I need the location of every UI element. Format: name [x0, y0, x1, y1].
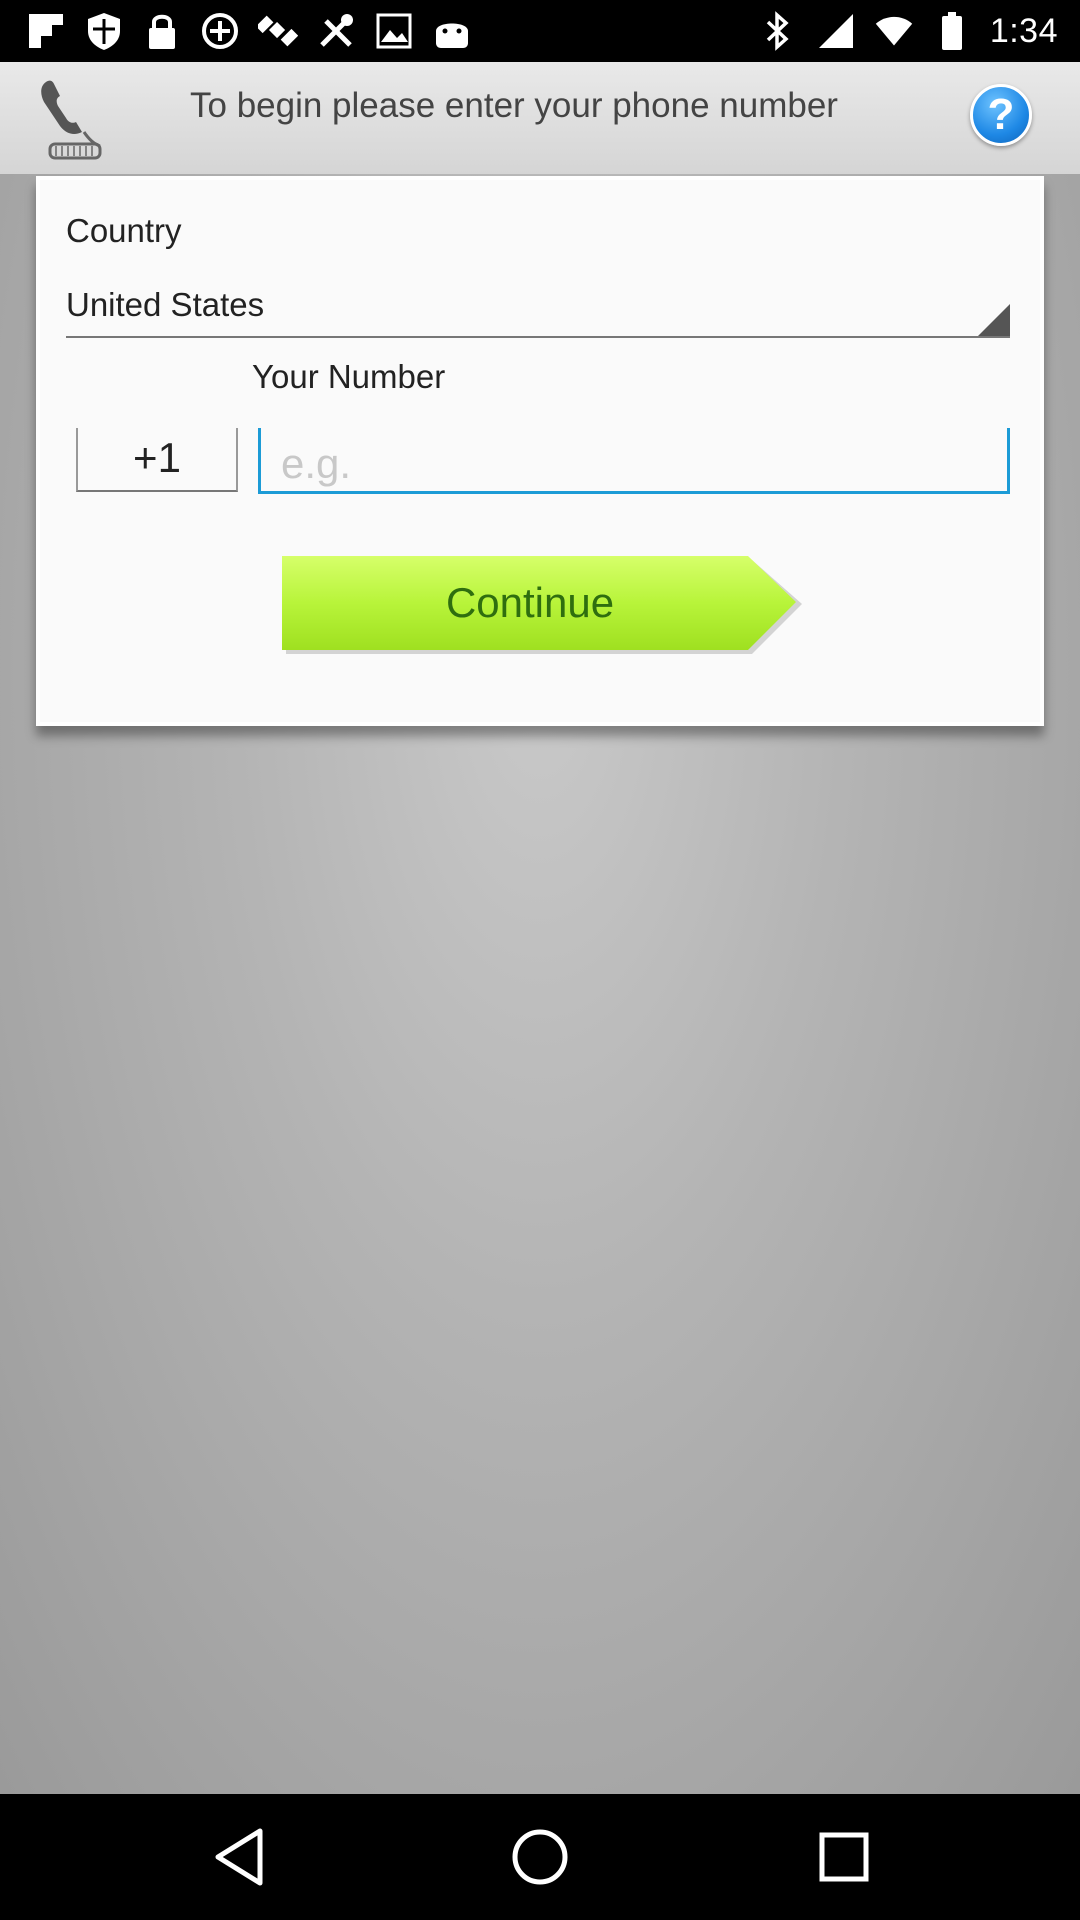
- status-icons-right: 1:34: [758, 10, 1058, 52]
- wifi-icon: [874, 11, 914, 51]
- country-label: Country: [66, 212, 182, 249]
- number-label: Your Number: [252, 358, 446, 395]
- pinwheel-icon: [200, 11, 240, 51]
- app-screen: To begin please enter your phone number …: [0, 62, 1080, 1794]
- phone-icon: [36, 76, 108, 160]
- help-icon: ?: [987, 90, 1015, 139]
- home-button[interactable]: [507, 1824, 573, 1890]
- continue-label: Continue: [445, 579, 615, 626]
- signal-icon: [816, 11, 856, 51]
- recents-button[interactable]: [811, 1824, 877, 1890]
- status-time: 1:34: [989, 11, 1058, 50]
- navigation-bar: [0, 1794, 1080, 1920]
- back-button[interactable]: [206, 1824, 272, 1890]
- android-icon: [432, 11, 472, 51]
- tools-icon: [316, 11, 356, 51]
- recents-icon: [819, 1832, 869, 1882]
- back-icon: [215, 1828, 263, 1886]
- header: To begin please enter your phone number …: [0, 62, 1080, 174]
- satellite-icon: [258, 11, 298, 51]
- bluetooth-icon: [758, 11, 798, 51]
- dropdown-triangle-icon: [978, 304, 1010, 336]
- phone-number-input[interactable]: [258, 428, 1010, 494]
- registration-card: Country United States Your Number +1 e.g…: [36, 176, 1044, 726]
- home-icon: [512, 1829, 568, 1885]
- continue-button[interactable]: Continue: [280, 554, 804, 656]
- battery-icon: [932, 11, 972, 51]
- flipboard-icon: [26, 11, 66, 51]
- shield-icon: [84, 11, 124, 51]
- status-icons-left: [26, 10, 472, 52]
- country-code-value: +1: [133, 434, 181, 481]
- country-select[interactable]: United States: [66, 274, 1010, 338]
- image-icon: [374, 11, 414, 51]
- help-button[interactable]: ?: [970, 84, 1032, 146]
- status-bar: 1:34: [0, 0, 1080, 62]
- country-selected-value: United States: [66, 286, 265, 323]
- page-title: To begin please enter your phone number: [190, 86, 838, 125]
- country-code-field[interactable]: +1: [76, 428, 238, 492]
- lock-icon: [142, 11, 182, 51]
